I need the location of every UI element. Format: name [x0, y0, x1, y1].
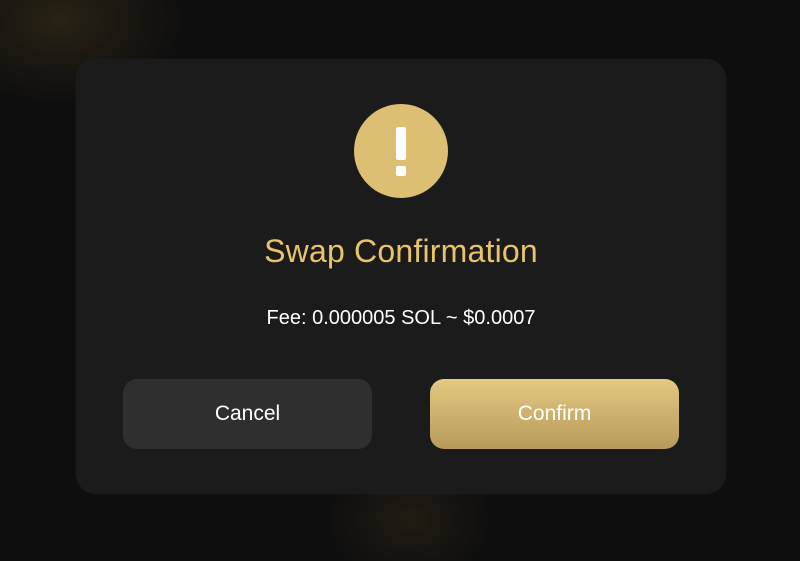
swap-confirmation-dialog: Swap Confirmation Fee: 0.000005 SOL ~ $0… — [76, 59, 726, 494]
confirm-button[interactable]: Confirm — [430, 379, 679, 449]
dialog-title: Swap Confirmation — [264, 233, 538, 269]
fee-text: Fee: 0.000005 SOL ~ $0.0007 — [266, 307, 536, 329]
cancel-button[interactable]: Cancel — [123, 379, 372, 449]
exclamation-icon — [354, 104, 448, 198]
